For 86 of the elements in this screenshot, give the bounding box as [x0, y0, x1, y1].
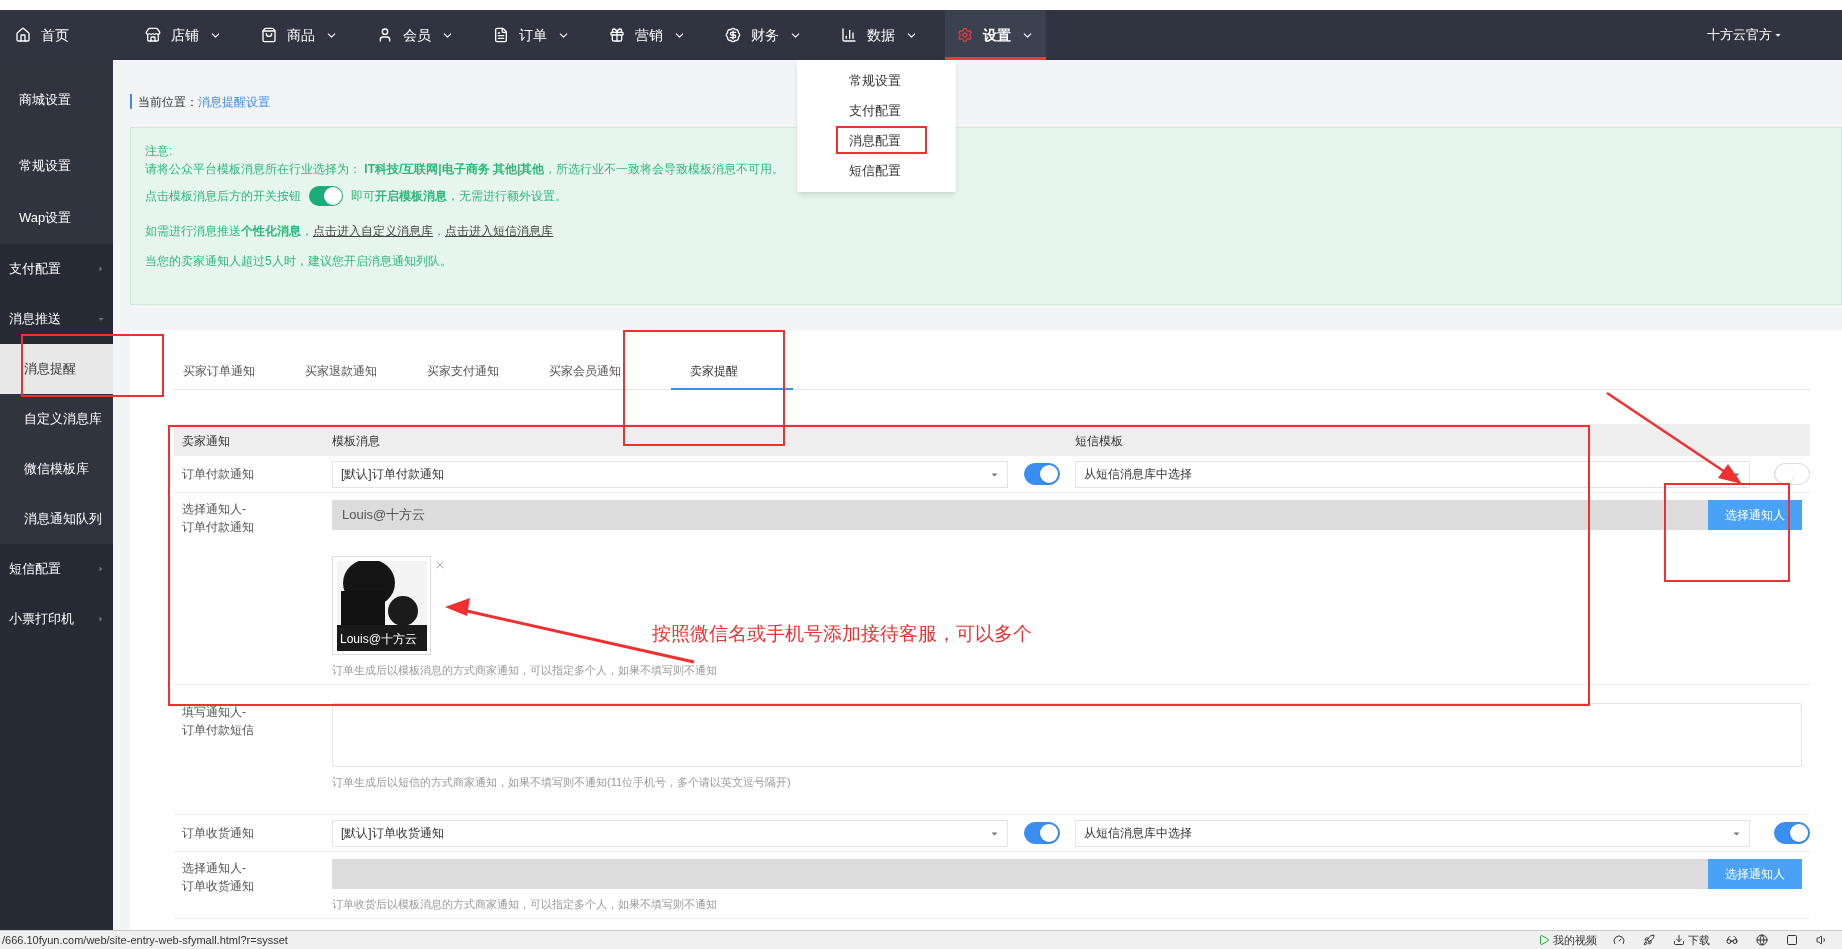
phone-input-field[interactable]: [332, 703, 1802, 767]
column-header: 模板消息: [332, 433, 381, 450]
document-icon: [493, 27, 509, 43]
tab[interactable]: 买家退款通知: [305, 354, 427, 390]
glasses-icon[interactable]: [1726, 934, 1738, 946]
notice-text: 当您的卖家通知人超过5人时，建议您开启消息通知列队。: [145, 253, 452, 270]
row-label: 选择通知人- 订单收货通知: [181, 860, 255, 895]
dropdown-item[interactable]: 支付配置: [847, 101, 903, 121]
home-icon: [15, 27, 31, 43]
store-icon: [145, 27, 161, 43]
hint-text: 订单收货后以模板消息的方式商家通知，可以指定多个人，如果不填写则不通知: [332, 897, 718, 912]
globe-icon[interactable]: [1756, 934, 1768, 946]
select-field[interactable]: 从短信消息库中选择: [1075, 460, 1750, 488]
recipient-field[interactable]: [332, 859, 1708, 889]
column-header: 短信模板: [1075, 433, 1123, 450]
notice-text: 如需进行消息推送个性化消息，: [145, 223, 313, 240]
sms-library-link[interactable]: 点击进入短信消息库: [445, 222, 553, 240]
row-label: 订单收货通知: [181, 825, 255, 842]
select-field[interactable]: 从短信消息库中选择: [1075, 819, 1750, 847]
money-bag-icon: [725, 27, 741, 43]
tab[interactable]: 买家支付通知: [427, 354, 549, 390]
row-label: 填写通知人- 订单付款短信: [181, 704, 255, 739]
download-link[interactable]: 下载: [1673, 931, 1710, 949]
download-icon: [1673, 934, 1685, 946]
user-icon: [377, 27, 393, 43]
caret-icon: [1774, 31, 1782, 39]
settings-icon: [957, 27, 973, 43]
sidebar-item[interactable]: 消息通知队列: [0, 494, 113, 544]
gift-icon: [609, 27, 625, 43]
sidebar-item[interactable]: 自定义消息库: [0, 394, 113, 444]
tab[interactable]: 卖家提醒: [671, 354, 793, 390]
caret-icon: [97, 565, 105, 573]
video-link[interactable]: 我的视频: [1538, 931, 1597, 949]
nav-menu-item[interactable]: 商品: [249, 10, 350, 60]
sidebar-item[interactable]: 商城设置: [0, 60, 113, 140]
nav-menu-item[interactable]: 设置: [945, 10, 1046, 60]
toggle-switch[interactable]: [309, 186, 343, 206]
tab[interactable]: 买家会员通知: [549, 354, 671, 390]
notice-title: 注意:: [145, 143, 173, 160]
caret-icon: [97, 315, 105, 323]
recipient-name: Louis@十方云: [339, 631, 418, 648]
recipient-field[interactable]: Louis@十方云: [332, 500, 1708, 530]
notice-text: 点击模板消息后方的开关按钮: [145, 188, 301, 205]
play-icon: [1538, 934, 1550, 946]
toggle-switch[interactable]: [1774, 822, 1810, 844]
sidebar-item[interactable]: Wap设置: [0, 192, 113, 244]
nav-menu-item[interactable]: 订单: [481, 10, 582, 60]
row-label: 订单付款通知: [181, 466, 255, 483]
tab[interactable]: 买家订单通知: [183, 354, 305, 390]
nav-menu-item[interactable]: 会员: [365, 10, 466, 60]
nav-menu-item[interactable]: 财务: [713, 10, 814, 60]
bag-icon: [261, 27, 277, 43]
nav-menu-item[interactable]: 店铺: [133, 10, 234, 60]
sidebar-item[interactable]: 消息提醒: [0, 344, 113, 394]
speed-icon[interactable]: [1613, 934, 1625, 946]
dropdown-item[interactable]: 短信配置: [847, 161, 903, 181]
notice-text: 请将公众平台模板消息所在行业选择为： IT科技/互联网|电子商务 其他|其他，所选行业不一致将会导致模板消息不可用。: [145, 161, 785, 178]
custom-library-link[interactable]: 点击进入自定义消息库: [313, 222, 433, 240]
dropdown-item[interactable]: 消息配置: [847, 131, 903, 151]
sidebar-item[interactable]: 常规设置: [0, 140, 113, 192]
nav-menu-item[interactable]: 数据: [829, 10, 930, 60]
toggle-switch[interactable]: [1023, 822, 1060, 844]
hint-text: 订单生成后以短信的方式商家通知，如果不填写则不通知(11位手机号，多个请以英文逗号隔开): [332, 775, 792, 790]
bar-chart-icon: [841, 27, 857, 43]
separator-text: ，: [433, 223, 445, 240]
speaker-icon[interactable]: [1816, 934, 1828, 946]
window-icon[interactable]: [1786, 934, 1798, 946]
home-nav-link[interactable]: 首页: [0, 24, 133, 46]
rocket-icon[interactable]: [1643, 934, 1655, 946]
caret-icon: [97, 265, 105, 273]
annotation-text: 按照微信名或手机号添加接待客服，可以多个: [652, 622, 1032, 646]
close-icon[interactable]: [434, 559, 446, 571]
breadcrumb-label: 当前位置：: [138, 93, 198, 111]
select-field[interactable]: [默认]订单付款通知: [332, 460, 1008, 488]
hint-text: 订单生成后以模板消息的方式商家通知，可以指定多个人，如果不填写则不通知: [332, 663, 718, 678]
notice-text: 即可开启模板消息，无需进行额外设置。: [351, 188, 567, 205]
caret-icon: [97, 615, 105, 623]
nav-menu-item[interactable]: 营销: [597, 10, 698, 60]
toggle-switch[interactable]: [1023, 463, 1060, 485]
select-field[interactable]: [默认]订单收货通知: [332, 819, 1008, 847]
dropdown-item[interactable]: 常规设置: [847, 71, 903, 91]
status-url: /666.10fyun.com/web/site-entry-web-sfymall.html?r=sysset: [2, 932, 288, 948]
user-menu[interactable]: 十方云官方: [1707, 25, 1782, 45]
row-label: 选择通知人- 订单付款通知: [181, 501, 255, 536]
column-header: 卖家通知: [181, 433, 231, 450]
sidebar-item[interactable]: 微信模板库: [0, 444, 113, 494]
